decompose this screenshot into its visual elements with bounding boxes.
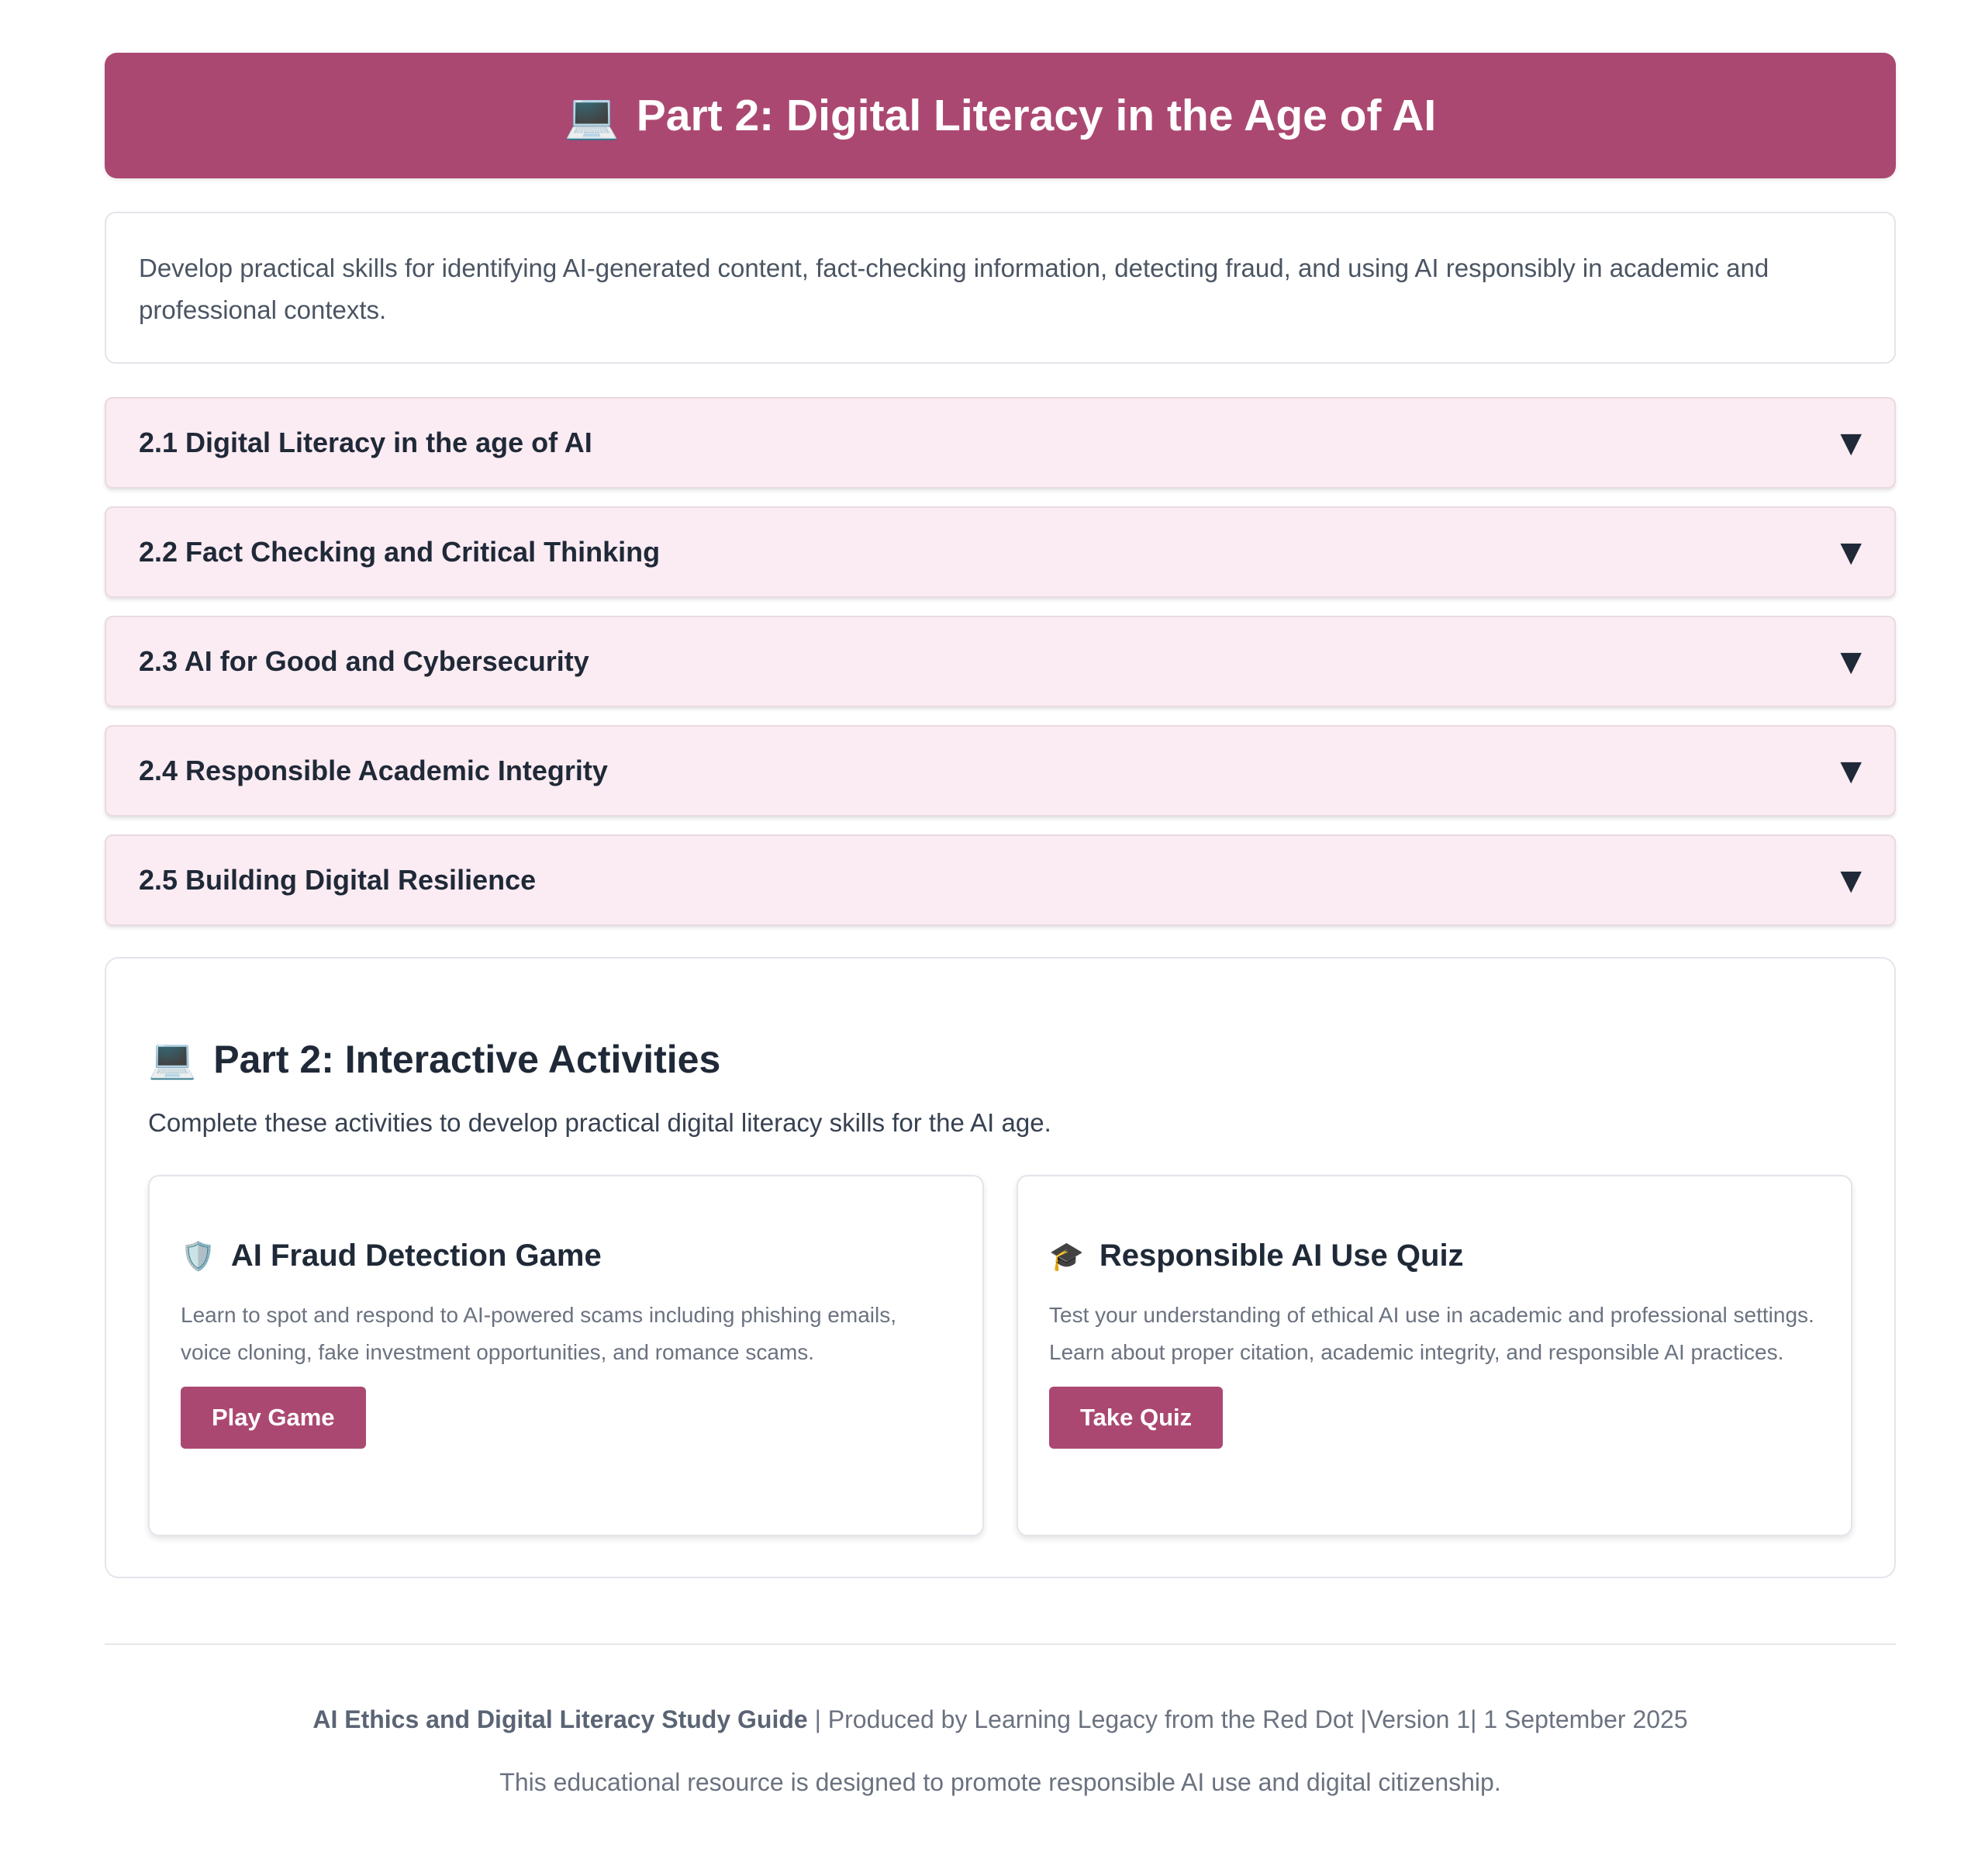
- chevron-down-icon[interactable]: ▼: [1840, 646, 1862, 678]
- accordion-label: 2.2 Fact Checking and Critical Thinking: [139, 536, 661, 568]
- card-description: Learn to spot and respond to AI-powered …: [181, 1303, 896, 1364]
- accordion-item-2-4[interactable]: 2.4 Responsible Academic Integrity ▼: [105, 725, 1896, 817]
- footer-note: This educational resource is designed to…: [499, 1768, 1501, 1796]
- intro-text: Develop practical skills for identifying…: [139, 254, 1769, 324]
- footer-guide-title: AI Ethics and Digital Literacy Study Gui…: [312, 1705, 808, 1733]
- activities-title: Part 2: Interactive Activities: [213, 1037, 721, 1081]
- footer-divider: [105, 1643, 1896, 1645]
- card-heading: 🛡️ AI Fraud Detection Game: [181, 1239, 951, 1273]
- graduation-cap-icon: 🎓: [1049, 1240, 1084, 1273]
- accordion-item-2-3[interactable]: 2.3 AI for Good and Cybersecurity ▼: [105, 616, 1896, 707]
- activity-card-fraud-game: 🛡️ AI Fraud Detection Game Learn to spot…: [148, 1175, 984, 1536]
- page-header: 💻 Part 2: Digital Literacy in the Age of…: [105, 53, 1896, 178]
- accordion-label: 2.1 Digital Literacy in the age of AI: [139, 427, 592, 458]
- footer-producer: | Produced by Learning Legacy from the R…: [807, 1705, 1688, 1733]
- activities-subtitle: Complete these activities to develop pra…: [148, 1108, 1051, 1137]
- footer-credits: AI Ethics and Digital Literacy Study Gui…: [105, 1705, 1896, 1734]
- chevron-down-icon[interactable]: ▼: [1840, 865, 1862, 897]
- card-title: AI Fraud Detection Game: [230, 1239, 602, 1273]
- activity-cards: 🛡️ AI Fraud Detection Game Learn to spot…: [148, 1175, 1852, 1536]
- chevron-down-icon[interactable]: ▼: [1840, 755, 1862, 787]
- laptop-icon: 💻: [148, 1036, 197, 1081]
- section-accordion: 2.1 Digital Literacy in the age of AI ▼ …: [105, 397, 1896, 926]
- chevron-down-icon[interactable]: ▼: [1840, 427, 1862, 459]
- chevron-down-icon[interactable]: ▼: [1840, 537, 1862, 568]
- accordion-item-2-1[interactable]: 2.1 Digital Literacy in the age of AI ▼: [105, 397, 1896, 489]
- play-game-button[interactable]: Play Game: [181, 1387, 366, 1449]
- accordion-item-2-2[interactable]: 2.2 Fact Checking and Critical Thinking …: [105, 506, 1896, 598]
- card-description: Test your understanding of ethical AI us…: [1049, 1303, 1814, 1364]
- shield-icon: 🛡️: [181, 1240, 216, 1273]
- page-container: 💻 Part 2: Digital Literacy in the Age of…: [105, 53, 1896, 1797]
- footer: AI Ethics and Digital Literacy Study Gui…: [105, 1705, 1896, 1797]
- take-quiz-button[interactable]: Take Quiz: [1049, 1387, 1224, 1449]
- card-title: Responsible AI Use Quiz: [1099, 1239, 1464, 1273]
- accordion-item-2-5[interactable]: 2.5 Building Digital Resilience ▼: [105, 834, 1896, 926]
- accordion-label: 2.3 AI for Good and Cybersecurity: [139, 645, 589, 677]
- activities-section: 💻 Part 2: Interactive Activities Complet…: [105, 957, 1896, 1578]
- activity-card-ai-quiz: 🎓 Responsible AI Use Quiz Test your unde…: [1017, 1175, 1852, 1536]
- activities-heading: 💻 Part 2: Interactive Activities: [148, 1036, 1852, 1082]
- card-heading: 🎓 Responsible AI Use Quiz: [1049, 1239, 1820, 1273]
- laptop-icon: 💻: [564, 90, 620, 142]
- intro-card: Develop practical skills for identifying…: [105, 212, 1896, 364]
- page-title: Part 2: Digital Literacy in the Age of A…: [636, 91, 1437, 140]
- accordion-label: 2.4 Responsible Academic Integrity: [139, 755, 608, 786]
- accordion-label: 2.5 Building Digital Resilience: [139, 864, 537, 896]
